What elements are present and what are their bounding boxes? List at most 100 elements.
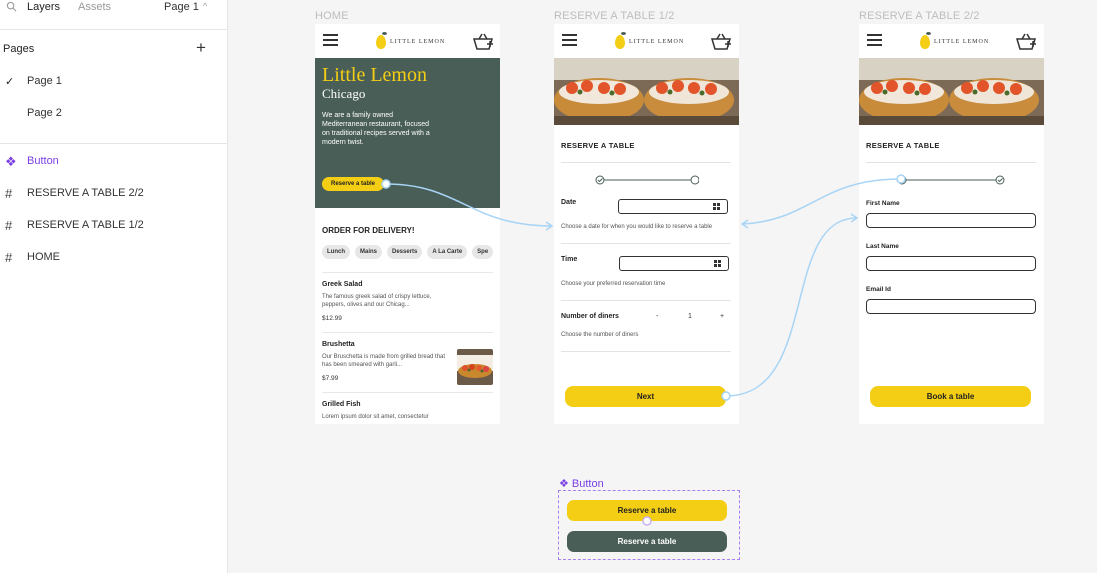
- hero-description: We are a family owned Mediterranean rest…: [322, 112, 430, 146]
- checkmark-icon: ✓: [5, 76, 15, 88]
- last-name-label: Last Name: [866, 243, 899, 250]
- panel-tabs: Layers Assets Page 1 ^: [0, 0, 228, 16]
- date-hint: Choose a date for when you would like to…: [561, 224, 713, 230]
- layer-reserve-1[interactable]: # RESERVE A TABLE 1/2: [0, 218, 228, 238]
- logo-text: LITTLE LEMON: [390, 39, 446, 45]
- frame-home[interactable]: LITTLE LEMON Little Lemon Chicago We are…: [315, 24, 500, 424]
- menu-item-desc: Our Bruschetta is made from grilled brea…: [322, 354, 446, 368]
- bruschetta-banner-image: [859, 58, 1044, 125]
- diners-hint: Choose the number of diners: [561, 332, 639, 338]
- layer-reserve-2[interactable]: # RESERVE A TABLE 2/2: [0, 186, 228, 206]
- frame-reserve-2[interactable]: LITTLE LEMON RESERVE A TABLE First Name …: [859, 24, 1044, 424]
- basket-icon[interactable]: [472, 33, 494, 51]
- hamburger-menu-icon[interactable]: [867, 34, 882, 46]
- hero-city: Chicago: [322, 86, 366, 101]
- frame-label-home[interactable]: HOME: [315, 10, 349, 22]
- connector-node-icon: [642, 516, 652, 526]
- chip-a-la-carte[interactable]: A La Carte: [427, 245, 468, 259]
- progress-stepper: [595, 175, 699, 185]
- email-label: Email Id: [866, 286, 891, 293]
- diners-increment[interactable]: +: [720, 313, 724, 320]
- hero-section: Little Lemon Chicago We are a family own…: [315, 58, 500, 208]
- section-title: RESERVE A TABLE: [866, 141, 940, 150]
- first-name-field[interactable]: [866, 213, 1036, 228]
- component-icon: ❖: [5, 154, 17, 169]
- hero-title: Little Lemon: [322, 64, 427, 86]
- add-page-icon[interactable]: +: [196, 38, 206, 58]
- logo-text: LITTLE LEMON: [934, 39, 990, 45]
- clock-grid-icon: [714, 260, 721, 267]
- arrow-head-icon: [740, 219, 749, 229]
- page-item-1[interactable]: Page 1: [27, 75, 62, 87]
- divider: [561, 243, 731, 244]
- first-name-label: First Name: [866, 200, 900, 207]
- tab-layers[interactable]: Layers: [27, 1, 60, 13]
- diners-decrement[interactable]: -: [656, 313, 658, 320]
- section-title: RESERVE A TABLE: [561, 141, 635, 150]
- last-name-field[interactable]: [866, 256, 1036, 271]
- component-label-text: Button: [571, 478, 604, 490]
- email-field[interactable]: [866, 299, 1036, 314]
- button-variant-secondary[interactable]: Reserve a table: [567, 531, 727, 552]
- component-label[interactable]: ❖ Button: [559, 477, 604, 490]
- menu-item-name: Grilled Fish: [322, 401, 361, 408]
- layer-home[interactable]: # HOME: [0, 250, 228, 270]
- reserve-table-button[interactable]: Reserve a table: [322, 177, 384, 191]
- chip-desserts[interactable]: Desserts: [387, 245, 423, 259]
- layer-label: Button: [27, 155, 59, 167]
- app-header: LITTLE LEMON: [554, 24, 739, 60]
- bruschetta-banner-image: [554, 58, 739, 125]
- next-button[interactable]: Next: [565, 386, 726, 407]
- diners-value: 1: [688, 313, 692, 320]
- hamburger-menu-icon[interactable]: [323, 34, 338, 46]
- menu-item[interactable]: Brushetta Our Bruschetta is made from gr…: [322, 332, 493, 392]
- time-picker[interactable]: [619, 256, 729, 271]
- chevron-up-icon[interactable]: ^: [203, 1, 207, 11]
- order-title: ORDER FOR DELIVERY!: [322, 226, 415, 235]
- arrow-head-icon: [850, 213, 859, 223]
- date-label: Date: [561, 199, 577, 206]
- divider: [0, 29, 228, 30]
- book-table-button[interactable]: Book a table: [870, 386, 1031, 407]
- frame-label-reserve-1[interactable]: RESERVE A TABLE 1/2: [554, 10, 675, 22]
- page-item-2[interactable]: Page 2: [27, 107, 62, 119]
- divider: [866, 162, 1036, 163]
- progress-stepper: [897, 175, 1005, 185]
- page-selector[interactable]: Page 1: [164, 1, 199, 13]
- frame-icon: #: [5, 186, 13, 201]
- tab-assets[interactable]: Assets: [78, 1, 111, 13]
- menu-item-price: $12.99: [322, 315, 342, 322]
- search-icon[interactable]: [6, 1, 17, 12]
- frame-label-reserve-2[interactable]: RESERVE A TABLE 2/2: [859, 10, 980, 22]
- category-chips: Lunch Mains Desserts A La Carte Spe: [322, 245, 494, 259]
- calendar-icon: [713, 203, 720, 210]
- lemon-logo-icon: [920, 32, 931, 49]
- chip-mains[interactable]: Mains: [355, 245, 383, 259]
- chip-lunch[interactable]: Lunch: [322, 245, 350, 259]
- layers-panel: Layers Assets Page 1 ^ Pages + ✓ Page 1 …: [0, 0, 228, 573]
- hamburger-menu-icon[interactable]: [562, 34, 577, 46]
- layer-label: RESERVE A TABLE 1/2: [27, 219, 144, 231]
- menu-item-name: Greek Salad: [322, 281, 363, 288]
- pages-header: Pages: [3, 43, 35, 55]
- lemon-logo-icon: [615, 32, 626, 49]
- layer-label: HOME: [27, 251, 60, 263]
- logo: LITTLE LEMON: [920, 32, 990, 51]
- basket-icon[interactable]: [710, 33, 732, 51]
- divider: [561, 162, 731, 163]
- basket-icon[interactable]: [1015, 33, 1037, 51]
- app-header: LITTLE LEMON: [315, 24, 500, 60]
- frame-reserve-1[interactable]: LITTLE LEMON RESERVE A TABLE Date Choose…: [554, 24, 739, 424]
- logo: LITTLE LEMON: [615, 32, 685, 51]
- chip-specials[interactable]: Spe: [472, 245, 494, 259]
- menu-item[interactable]: Grilled Fish Lorem ipsum dolor sit amet,…: [322, 392, 493, 424]
- divider: [561, 300, 731, 301]
- layer-button-component[interactable]: ❖ Button: [0, 154, 228, 174]
- lemon-logo-icon: [376, 32, 387, 49]
- menu-item-desc: The famous greek salad of crispy lettuce…: [322, 294, 432, 308]
- logo-text: LITTLE LEMON: [629, 39, 685, 45]
- date-picker[interactable]: [618, 199, 728, 214]
- time-hint: Choose your preferred reservation time: [561, 281, 666, 287]
- frame-icon: #: [5, 218, 13, 233]
- menu-item[interactable]: Greek Salad The famous greek salad of cr…: [322, 272, 493, 332]
